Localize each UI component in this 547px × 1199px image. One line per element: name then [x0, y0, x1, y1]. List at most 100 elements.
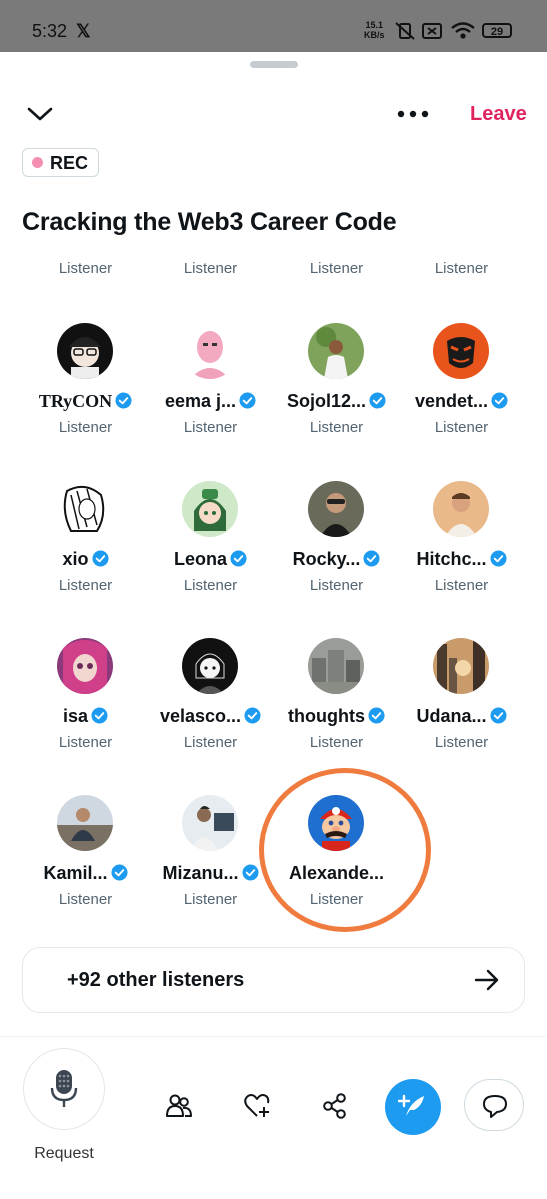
- wifi-icon: [451, 22, 475, 39]
- participant-tile[interactable]: vendet... Listener: [399, 323, 524, 463]
- network-speed-value: 15.1: [365, 20, 384, 30]
- participant-tile[interactable]: thoughts Listener: [274, 638, 399, 778]
- participant-name: TRyCON: [38, 391, 113, 411]
- participant-name: Sojol12...: [286, 391, 367, 411]
- chat-bubble-icon: [483, 1095, 507, 1118]
- verified-badge-icon: [244, 707, 261, 724]
- participant-role: Listener: [183, 734, 238, 751]
- participant-tile[interactable]: TRyCON Listener: [23, 323, 148, 463]
- participant-role: Listener: [434, 419, 489, 436]
- drag-handle[interactable]: [250, 61, 298, 68]
- avatar: [433, 323, 489, 379]
- verified-badge-icon: [110, 864, 128, 881]
- participant-tile[interactable]: eema j... Listener: [148, 323, 273, 463]
- verified-badge-icon: [489, 707, 507, 724]
- chat-button[interactable]: [464, 1079, 524, 1131]
- avatar: [182, 323, 238, 379]
- verified-badge-icon: [241, 864, 259, 881]
- participant-tile[interactable]: Mizanu... Listener: [148, 795, 273, 935]
- participant-name: Mizanu...: [162, 863, 239, 883]
- participant-name: isa: [62, 706, 89, 726]
- heart-plus-icon[interactable]: [243, 1092, 271, 1120]
- participant-tile[interactable]: Udana... Listener: [399, 638, 524, 778]
- compose-post-button[interactable]: [385, 1079, 441, 1135]
- vibrate-off-icon: [395, 22, 415, 40]
- arrow-right-icon: [474, 969, 499, 991]
- participant-name: xio: [62, 549, 89, 569]
- avatar: [57, 795, 113, 851]
- verified-badge-icon: [369, 392, 386, 409]
- verified-badge-icon: [230, 550, 247, 567]
- participant-tile[interactable]: Rocky... Listener: [274, 481, 399, 621]
- participant-role: Listener: [183, 419, 238, 436]
- avatar: [433, 481, 489, 537]
- network-speed-unit: KB/s: [364, 30, 385, 40]
- participant-name: velasco...: [159, 706, 242, 726]
- verified-badge-icon: [91, 707, 108, 724]
- participant-role: Listener: [183, 891, 238, 908]
- participant-role: Listener: [309, 260, 364, 277]
- avatar: [433, 638, 489, 694]
- participant-role: Listener: [58, 419, 113, 436]
- other-listeners-label: +92 other listeners: [67, 969, 245, 991]
- participant-name: Hitchc...: [416, 549, 487, 569]
- participant-name: vendet...: [414, 391, 489, 411]
- participant-role: Listener: [434, 260, 489, 277]
- avatar: [57, 323, 113, 379]
- network-speed: 15.1 KB/s: [364, 20, 385, 40]
- participant-tile[interactable]: xio Listener: [23, 481, 148, 621]
- people-icon[interactable]: [165, 1092, 193, 1120]
- avatar: [182, 795, 238, 851]
- recording-badge: REC: [22, 148, 99, 177]
- sim-blocked-icon: [422, 23, 442, 39]
- request-label: Request: [34, 1145, 94, 1162]
- verified-badge-icon: [363, 550, 380, 567]
- verified-badge-icon: [491, 392, 508, 409]
- recording-label: REC: [50, 153, 89, 173]
- participant-role: Listener: [309, 419, 364, 436]
- collapse-chevron-icon[interactable]: [26, 102, 54, 126]
- participant-tile[interactable]: Kamil... Listener: [23, 795, 148, 935]
- participant-tile[interactable]: Leona Listener: [148, 481, 273, 621]
- recording-dot-icon: [32, 157, 43, 168]
- verified-badge-icon: [368, 707, 385, 724]
- status-bar: 5:32 𝕏 15.1 KB/s 29: [0, 0, 547, 52]
- feather-plus-icon: [398, 1094, 424, 1116]
- participant-role: Listener: [58, 577, 113, 594]
- microphone-icon: [50, 1070, 78, 1107]
- participant-tile[interactable]: velasco... Listener: [148, 638, 273, 778]
- participant-role: Listener: [434, 734, 489, 751]
- participant-tile[interactable]: Hitchc... Listener: [399, 481, 524, 621]
- leave-button[interactable]: Leave: [470, 103, 527, 126]
- participant-role: Listener: [58, 734, 113, 751]
- participant-tile[interactable]: Sojol12... Listener: [274, 323, 399, 463]
- participant-name: Rocky...: [292, 549, 361, 569]
- participant-tile[interactable]: isa Listener: [23, 638, 148, 778]
- participant-role: Listener: [309, 734, 364, 751]
- verified-badge-icon: [489, 550, 507, 567]
- toolbar-divider: [0, 1036, 547, 1037]
- avatar: [182, 481, 238, 537]
- participant-name: eema j...: [164, 391, 237, 411]
- participant-role: Listener: [183, 577, 238, 594]
- request-mic-button[interactable]: [23, 1048, 105, 1130]
- participant-name: thoughts: [288, 706, 365, 726]
- battery-indicator: 29: [482, 23, 512, 38]
- participant-name: Udana...: [416, 706, 487, 726]
- other-listeners-button[interactable]: +92 other listeners: [22, 947, 525, 1013]
- avatar: [57, 638, 113, 694]
- avatar: [57, 481, 113, 537]
- participant-name: Leona: [173, 549, 227, 569]
- participant-role: Listener: [58, 260, 113, 277]
- participant-role: Listener: [434, 577, 489, 594]
- participant-role: Listener: [183, 260, 238, 277]
- avatar: [308, 638, 364, 694]
- more-options-icon[interactable]: [396, 104, 430, 124]
- verified-badge-icon: [91, 550, 109, 567]
- status-time: 5:32: [32, 21, 68, 41]
- verified-badge-icon: [115, 392, 132, 409]
- avatar: [308, 481, 364, 537]
- space-title: Cracking the Web3 Career Code: [22, 208, 397, 236]
- highlight-circle: [259, 768, 431, 932]
- share-icon[interactable]: [321, 1092, 349, 1120]
